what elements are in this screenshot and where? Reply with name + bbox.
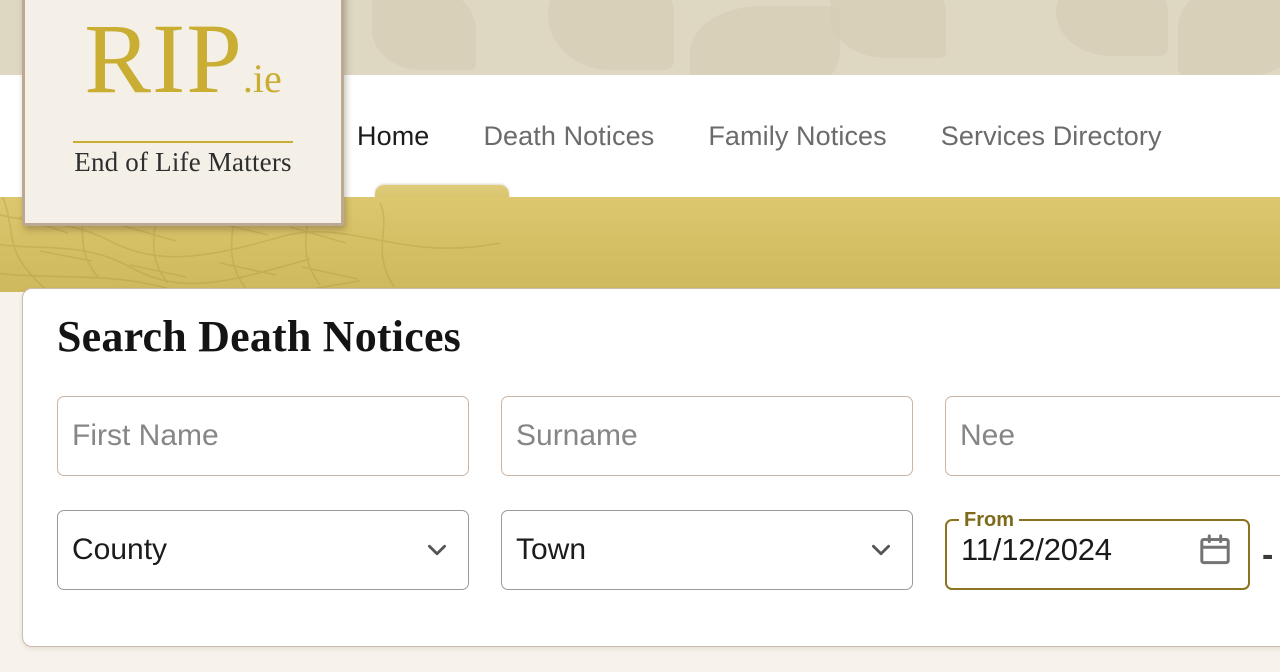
page-title: Search Death Notices: [57, 312, 461, 361]
date-from-value: 11/12/2024: [961, 532, 1112, 567]
county-select-value: County: [72, 533, 168, 566]
chevron-down-icon: [424, 537, 450, 563]
first-name-input[interactable]: First Name: [57, 396, 469, 476]
nav-item-services-directory[interactable]: Services Directory: [914, 121, 1189, 152]
date-from-label: From: [964, 509, 1014, 531]
nee-placeholder: Nee: [960, 419, 1016, 452]
first-name-placeholder: First Name: [72, 419, 219, 452]
town-select[interactable]: Town: [501, 510, 913, 590]
logo-mark-text: RIP: [84, 3, 243, 114]
search-row-names: First Name Surname Nee: [57, 396, 1280, 476]
chevron-down-icon: [868, 537, 894, 563]
leaf-watermark: [372, 0, 476, 70]
leaf-watermark: [1056, 0, 1168, 56]
nee-input[interactable]: Nee: [945, 396, 1280, 476]
leaf-watermark: [690, 6, 840, 75]
logo-wordmark: RIP.ie: [25, 9, 341, 109]
nav-item-family-notices[interactable]: Family Notices: [681, 121, 913, 152]
logo-tagline: End of Life Matters: [74, 147, 292, 177]
town-select-value: Town: [516, 533, 587, 566]
date-range-separator: -: [1262, 536, 1274, 574]
nav-item-death-notices[interactable]: Death Notices: [456, 121, 681, 152]
site-logo[interactable]: RIP.ie End of Life Matters: [22, 0, 344, 226]
date-from-field[interactable]: From 11/12/2024: [945, 510, 1250, 590]
nav-item-home[interactable]: Home: [330, 121, 456, 152]
surname-input[interactable]: Surname: [501, 396, 913, 476]
county-select[interactable]: County: [57, 510, 469, 590]
logo-tld-text: .ie: [242, 56, 282, 101]
surname-placeholder: Surname: [516, 419, 638, 452]
nav-item-list: Home Death Notices Family Notices Servic…: [330, 75, 1189, 197]
leaf-watermark: [548, 0, 674, 70]
search-death-notices-panel: Search Death Notices First Name Surname …: [22, 288, 1280, 647]
leaf-watermark: [830, 0, 946, 58]
leaf-watermark: [1178, 0, 1280, 75]
calendar-icon[interactable]: [1197, 532, 1233, 568]
search-row-location-date: County Town From 11/12/2024: [57, 510, 1250, 590]
logo-divider: [73, 141, 293, 143]
page-root: Home Death Notices Family Notices Servic…: [0, 0, 1280, 672]
